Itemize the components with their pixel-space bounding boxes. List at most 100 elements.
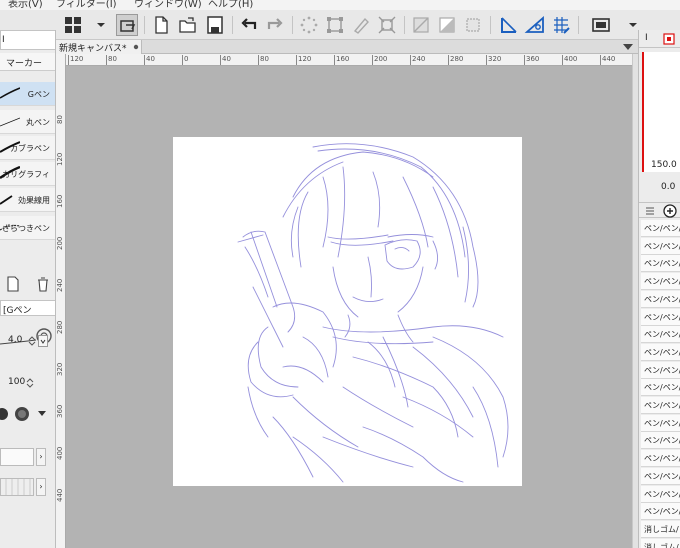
new-sub-tool-icon[interactable] bbox=[6, 276, 20, 292]
ruler-tick: 120 bbox=[68, 55, 83, 65]
brush-size-row[interactable]: 4.0 bbox=[0, 332, 55, 350]
layer-row[interactable]: ペン/ペン/ bbox=[641, 343, 680, 361]
layer-row[interactable]: ペン/ペン/ bbox=[641, 414, 680, 432]
navigator-tab-label[interactable]: I bbox=[645, 33, 648, 43]
sub-tool-tab[interactable]: I bbox=[0, 30, 55, 50]
layer-name: ペン/ペン/ bbox=[644, 436, 680, 446]
layer-row[interactable]: ペン/ペン/ bbox=[641, 503, 680, 521]
clear-selection-icon[interactable] bbox=[298, 14, 320, 36]
pen-edit-icon[interactable] bbox=[350, 14, 372, 36]
layer-row[interactable]: ペン/ペン/ bbox=[641, 450, 680, 468]
layer-row[interactable]: ペン/ペン/ bbox=[641, 255, 680, 273]
chevron-down-icon[interactable] bbox=[622, 14, 637, 36]
layer-name: ペン/ペン/ bbox=[644, 312, 680, 322]
workspace-grid-icon[interactable] bbox=[62, 14, 84, 36]
ruler-tick: 120 bbox=[296, 55, 311, 65]
marker-group-tab[interactable]: マーカー bbox=[0, 53, 55, 71]
vertical-ruler: 80 120 160 200 240 280 320 360 400 440 bbox=[56, 54, 66, 548]
layer-row[interactable]: ペン/ペン/ bbox=[641, 432, 680, 450]
layer-row[interactable]: ペン/ペン/ bbox=[641, 273, 680, 291]
fill-outside-icon[interactable] bbox=[436, 14, 458, 36]
layer-name: ペン/ペン/ bbox=[644, 277, 680, 287]
hide-outside-icon[interactable] bbox=[410, 14, 432, 36]
layer-row[interactable]: ペン/ペン/ bbox=[641, 397, 680, 414]
layer-row[interactable]: ペン/ペン/ bbox=[641, 220, 680, 237]
layer-row[interactable]: ペン/ペン/ bbox=[641, 467, 680, 485]
layer-row[interactable]: ペン/ペン/ bbox=[641, 237, 680, 255]
ruler-tick: 280 bbox=[56, 320, 64, 334]
opacity-value[interactable]: 100 bbox=[8, 377, 25, 387]
layer-row[interactable]: ペン/ペン/ bbox=[641, 308, 680, 326]
brush-tip-row[interactable] bbox=[0, 402, 56, 426]
horizontal-ruler: 1208040040801201602002402803203604004404… bbox=[66, 54, 632, 66]
layer-row[interactable]: ペン/ペン/ bbox=[641, 290, 680, 308]
ink-swatch[interactable] bbox=[0, 448, 34, 466]
chevron-right-icon[interactable]: › bbox=[36, 478, 46, 496]
canvas-paper[interactable] bbox=[173, 137, 522, 486]
brush-stroke-preview bbox=[0, 117, 20, 127]
scan-icon[interactable] bbox=[116, 14, 138, 36]
brush-tip-icon[interactable] bbox=[0, 404, 56, 424]
close-icon[interactable] bbox=[133, 44, 139, 50]
brush-item-round-pen[interactable]: 丸ペン bbox=[0, 110, 55, 134]
layer-row[interactable]: 消しゴム/ bbox=[641, 538, 680, 548]
grid-snap-icon[interactable] bbox=[550, 14, 572, 36]
canvas-workarea[interactable] bbox=[66, 66, 632, 548]
brush-item-calligraphy[interactable]: カリグラフィ bbox=[0, 162, 55, 186]
brush-size-value[interactable]: 4.0 bbox=[8, 335, 22, 345]
menu-window[interactable]: ウィンドウ(W) bbox=[134, 0, 202, 10]
display-icon[interactable] bbox=[590, 14, 612, 36]
brush-item-kabura-pen[interactable]: カブラペン bbox=[0, 136, 55, 160]
trash-icon[interactable] bbox=[36, 276, 50, 292]
ruler-tick: 440 bbox=[56, 488, 64, 502]
ruler-snap-icon[interactable] bbox=[498, 14, 520, 36]
layer-row[interactable]: ペン/ペン/ bbox=[641, 485, 680, 503]
redo-icon[interactable] bbox=[264, 14, 286, 36]
sketch-drawing bbox=[237, 143, 509, 483]
pressure-icon[interactable] bbox=[38, 335, 48, 347]
rotation-value[interactable]: 0.0 bbox=[661, 182, 675, 192]
chevron-down-icon[interactable] bbox=[90, 14, 105, 36]
ruler-tick: 240 bbox=[410, 55, 425, 65]
stepper-icon[interactable] bbox=[28, 335, 36, 347]
layer-row[interactable]: ペン/ペン/ bbox=[641, 379, 680, 397]
layer-row[interactable]: ペン/ペン/ bbox=[641, 361, 680, 379]
layer-tab-row bbox=[639, 202, 680, 218]
brush-item-effect-lines[interactable]: 効果線用 bbox=[0, 188, 55, 212]
open-folder-icon[interactable] bbox=[177, 14, 199, 36]
brush-item-gpen[interactable]: Gペン bbox=[0, 82, 55, 106]
save-icon[interactable] bbox=[204, 14, 226, 36]
ruler-tick: 80 bbox=[106, 55, 117, 65]
chevron-right-icon[interactable]: › bbox=[36, 448, 46, 466]
scale-icon[interactable] bbox=[376, 14, 398, 36]
ink-row[interactable]: › bbox=[0, 448, 55, 468]
selection-frame-icon[interactable] bbox=[462, 14, 484, 36]
layer-icon[interactable] bbox=[663, 204, 677, 218]
layer-name: ペン/ペン/ bbox=[644, 383, 680, 393]
special-ruler-snap-icon[interactable] bbox=[524, 14, 546, 36]
texture-row[interactable]: › bbox=[0, 478, 55, 498]
tool-property-tab[interactable]: [Gペン bbox=[0, 300, 55, 316]
ruler-tick: 280 bbox=[448, 55, 463, 65]
layer-row[interactable]: ペン/ペン/ bbox=[641, 326, 680, 344]
menu-filter[interactable]: フィルター(I) bbox=[56, 0, 117, 10]
menu-view[interactable]: 表示(V) bbox=[8, 0, 43, 10]
undo-icon[interactable] bbox=[238, 14, 260, 36]
transform-icon[interactable] bbox=[324, 14, 346, 36]
opacity-row[interactable]: 100 bbox=[0, 374, 55, 392]
layer-name: ペン/ペン/ bbox=[644, 507, 680, 517]
brush-label: 効果線用 bbox=[18, 196, 50, 205]
ruler-tick: 320 bbox=[56, 362, 64, 376]
menu-help[interactable]: ヘルプ(H) bbox=[208, 0, 253, 10]
panel-menu-icon[interactable] bbox=[645, 206, 655, 216]
brush-item-rough-pen[interactable]: ざらつきペン bbox=[0, 216, 55, 240]
layer-row[interactable]: 消しゴム/ bbox=[641, 520, 680, 538]
stepper-icon[interactable] bbox=[26, 377, 34, 389]
texture-swatch[interactable] bbox=[0, 478, 34, 496]
navigator-icon[interactable] bbox=[663, 33, 675, 45]
canvas-tab[interactable]: 新規キャンバス* bbox=[56, 40, 142, 54]
chevron-down-icon[interactable] bbox=[622, 42, 634, 52]
zoom-value[interactable]: 150.0 bbox=[651, 160, 677, 170]
navigator-preview[interactable] bbox=[642, 52, 680, 172]
new-file-icon[interactable] bbox=[150, 14, 172, 36]
